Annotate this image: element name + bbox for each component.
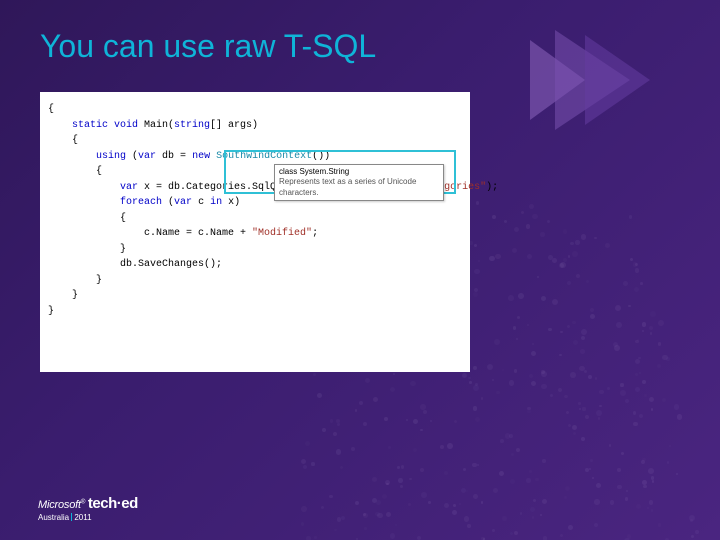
code-line: static void Main(string[] args) (48, 118, 462, 134)
tooltip-title: class System.String (279, 167, 439, 177)
slide: You can use raw T-SQL { static void Main… (0, 0, 720, 540)
decorative-arrows (500, 30, 680, 150)
intellisense-tooltip: class System.String Represents text as a… (274, 164, 444, 201)
brand-region: Australia (38, 513, 69, 522)
brand-prefix: Microsoft (38, 499, 81, 511)
code-screenshot: { static void Main(string[] args) { usin… (40, 92, 470, 372)
slide-title: You can use raw T-SQL (40, 28, 376, 65)
code-line: using (var db = new SouthwindContext()) (48, 149, 462, 165)
code-line: c.Name = c.Name + "Modified"; (48, 226, 462, 242)
footer-branding: Microsoft® tech·ed Australia 2011 (38, 495, 138, 522)
tooltip-body: Represents text as a series of Unicode c… (279, 177, 439, 198)
code-line: db.SaveChanges(); (48, 257, 462, 273)
brand-main: tech·ed (88, 495, 138, 512)
brand-year: 2011 (74, 513, 91, 522)
